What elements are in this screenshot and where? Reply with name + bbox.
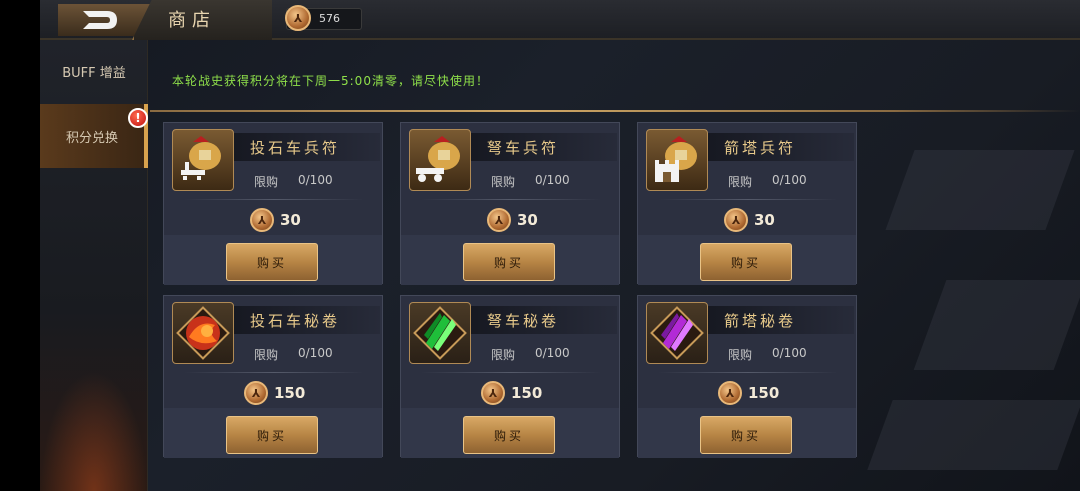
card-divider: [421, 372, 601, 373]
screen-edge: [0, 0, 40, 491]
shop-item-card: 投石车秘卷 限购 0/100 ⅄ 150 购买: [163, 295, 383, 458]
shop-item-card: 箭塔兵符 限购 0/100 ⅄ 30 购买: [637, 122, 857, 285]
item-price: ⅄ 150: [481, 380, 542, 406]
card-divider: [184, 199, 364, 200]
buy-button[interactable]: 购买: [463, 416, 555, 454]
item-price-value: 30: [517, 211, 538, 229]
shop-item-card: 投石车兵符 限购 0/100 ⅄ 30 购买: [163, 122, 383, 285]
purchase-limit-label: 限购: [491, 348, 516, 362]
sidebar-item-label: 积分兑换: [65, 130, 118, 146]
purchase-limit-value: 0/100: [772, 346, 807, 360]
item-name: 箭塔兵符: [724, 139, 797, 157]
card-divider: [421, 199, 601, 200]
green-scroll-icon[interactable]: [409, 302, 471, 364]
buy-button[interactable]: 购买: [463, 243, 555, 281]
notice-divider: [150, 110, 1080, 112]
shop-item-card: 弩车兵符 限购 0/100 ⅄ 30 购买: [400, 122, 620, 285]
shop-item-card: 箭塔秘卷 限购 0/100 ⅄ 150 购买: [637, 295, 857, 458]
item-price-value: 30: [280, 211, 301, 229]
sidebar-ember-decoration: [40, 371, 148, 491]
purchase-limit-label: 限购: [728, 348, 753, 362]
shop-item-card: 弩车秘卷 限购 0/100 ⅄ 150 购买: [400, 295, 620, 458]
sidebar-item-points-exchange[interactable]: 积分兑换 !: [40, 104, 148, 168]
item-price-value: 150: [748, 384, 780, 402]
arrow-tower-tally-icon[interactable]: [646, 129, 708, 191]
item-name: 投石车兵符: [250, 139, 341, 157]
points-coin-icon: ⅄: [481, 381, 505, 405]
item-price: ⅄ 30: [487, 207, 538, 233]
page-title: 商店: [168, 10, 216, 31]
buy-button[interactable]: 购买: [226, 243, 318, 281]
item-price: ⅄ 30: [250, 207, 301, 233]
alert-badge: !: [128, 108, 148, 128]
purchase-limit-label: 限购: [254, 175, 279, 189]
bg-roof-tile: [867, 400, 1080, 470]
top-bar: 商店 ⅄ 576: [40, 0, 1080, 40]
points-coin-icon: ⅄: [487, 208, 511, 232]
purchase-limit-value: 0/100: [535, 346, 570, 360]
item-price-value: 30: [754, 211, 775, 229]
purple-scroll-icon[interactable]: [646, 302, 708, 364]
back-arrow-icon: [83, 11, 117, 29]
points-coin-icon: ⅄: [285, 5, 311, 31]
sidebar-item-buff[interactable]: BUFF 增益: [40, 40, 148, 102]
bg-roof-tile: [913, 280, 1080, 370]
buy-button[interactable]: 购买: [226, 416, 318, 454]
catapult-tally-icon[interactable]: [172, 129, 234, 191]
item-name: 弩车秘卷: [487, 312, 560, 330]
points-balance: ⅄ 576: [285, 5, 362, 31]
bg-roof-tile: [885, 150, 1075, 230]
purchase-limit-value: 0/100: [535, 173, 570, 187]
purchase-limit-label: 限购: [491, 175, 516, 189]
item-price: ⅄ 150: [718, 380, 779, 406]
sidebar: BUFF 增益 积分兑换 !: [40, 40, 148, 491]
purchase-limit-label: 限购: [254, 348, 279, 362]
purchase-limit-value: 0/100: [298, 173, 333, 187]
item-price: ⅄ 30: [724, 207, 775, 233]
reset-notice: 本轮战史获得积分将在下周一5:00清零，请尽快使用！: [172, 74, 489, 88]
purchase-limit-label: 限购: [728, 175, 753, 189]
purchase-limit-value: 0/100: [298, 346, 333, 360]
purchase-limit-value: 0/100: [772, 173, 807, 187]
buy-button[interactable]: 购买: [700, 243, 792, 281]
item-price-value: 150: [274, 384, 306, 402]
card-divider: [658, 372, 838, 373]
item-price: ⅄ 150: [244, 380, 305, 406]
points-coin-icon: ⅄: [718, 381, 742, 405]
points-coin-icon: ⅄: [724, 208, 748, 232]
ballista-tally-icon[interactable]: [409, 129, 471, 191]
item-name: 箭塔秘卷: [724, 312, 797, 330]
points-coin-icon: ⅄: [250, 208, 274, 232]
buy-button[interactable]: 购买: [700, 416, 792, 454]
card-divider: [184, 372, 364, 373]
points-balance-value: 576: [319, 12, 340, 25]
item-name: 弩车兵符: [487, 139, 560, 157]
shop-screen: 商店 ⅄ 576 BUFF 增益 积分兑换 ! 本轮战史获得积分将在下周一5:0…: [0, 0, 1080, 491]
sidebar-item-label: BUFF 增益: [62, 65, 126, 81]
item-name: 投石车秘卷: [250, 312, 341, 330]
points-coin-icon: ⅄: [244, 381, 268, 405]
item-price-value: 150: [511, 384, 543, 402]
red-scroll-icon[interactable]: [172, 302, 234, 364]
card-divider: [658, 199, 838, 200]
